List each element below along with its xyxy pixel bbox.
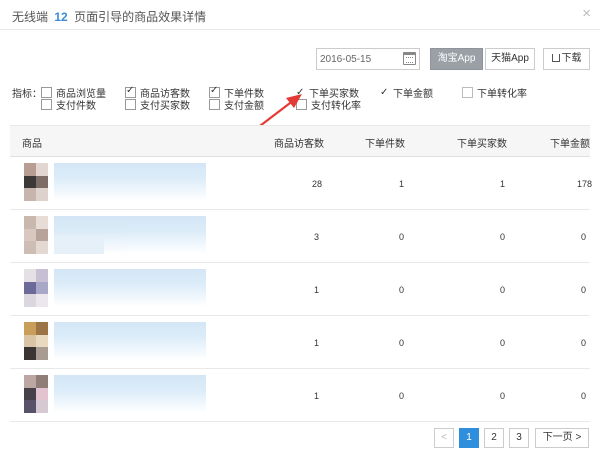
table-row: 1 0 0 0 xyxy=(10,369,590,422)
page-button-3[interactable]: 3 xyxy=(509,428,529,448)
product-name-blurred[interactable] xyxy=(54,269,206,307)
checkbox[interactable] xyxy=(209,85,220,98)
product-name-blurred[interactable] xyxy=(54,163,206,201)
checkbox[interactable] xyxy=(125,85,136,98)
metric-pay-buyers[interactable]: 支付买家数 xyxy=(125,98,190,112)
cell-order-buyers: 0 xyxy=(500,232,506,242)
modal-header: 无线端 12 页面引导的商品效果详情 × xyxy=(0,0,600,30)
column-header[interactable]: 下单金额 xyxy=(550,135,590,150)
table-header: 商品 商品访客数 下单件数 下单买家数 下单金额 xyxy=(10,125,590,157)
table-row: 1 0 0 0 xyxy=(10,316,590,369)
cell-order-items: 1 xyxy=(399,179,405,189)
table-row: 1 0 0 0 xyxy=(10,263,590,316)
download-button[interactable]: 下载 xyxy=(543,48,590,70)
cell-order-buyers: 1 xyxy=(500,179,506,189)
taobao-app-button[interactable]: 淘宝App xyxy=(430,48,483,70)
modal-title: 无线端 12 页面引导的商品效果详情 xyxy=(12,8,206,25)
column-header: 商品 xyxy=(22,139,42,150)
checkbox[interactable] xyxy=(125,98,136,110)
title-count: 12 xyxy=(54,10,68,24)
next-page-label: 下一页 xyxy=(542,432,573,443)
cell-visitors: 1 xyxy=(314,391,320,401)
calendar-icon[interactable] xyxy=(403,52,416,65)
metric-order-conversion[interactable]: 下单转化率 xyxy=(462,86,527,100)
product-table: 商品 商品访客数 下单件数 下单买家数 下单金额 28 1 1 178 3 0 … xyxy=(10,125,593,422)
product-name-blurred[interactable] xyxy=(54,322,206,360)
cell-visitors: 3 xyxy=(314,232,320,242)
product-thumbnail[interactable] xyxy=(24,375,48,413)
title-suffix: 页面引导的商品效果详情 xyxy=(74,10,207,24)
cell-order-buyers: 0 xyxy=(500,391,506,401)
column-header[interactable]: 下单件数 xyxy=(365,135,405,150)
cell-visitors: 28 xyxy=(312,179,323,189)
metric-label: 支付件数 xyxy=(56,100,96,112)
metric-label: 下单金额 xyxy=(393,88,433,100)
cell-order-items: 0 xyxy=(399,338,405,348)
check-mark-icon[interactable]: ✓ xyxy=(296,87,306,98)
table-row: 28 1 1 178 xyxy=(10,157,593,210)
checkbox[interactable] xyxy=(462,86,473,98)
product-name-blurred[interactable] xyxy=(54,375,206,413)
checkbox[interactable] xyxy=(209,98,220,110)
table-row: 3 0 0 0 xyxy=(10,210,590,263)
date-picker[interactable] xyxy=(316,48,420,70)
product-thumbnail[interactable] xyxy=(24,216,48,254)
checkbox[interactable] xyxy=(41,98,52,110)
chevron-right-icon: > xyxy=(575,432,582,443)
metric-pay-conversion[interactable]: 支付转化率 xyxy=(296,98,361,112)
cell-visitors: 1 xyxy=(314,338,320,348)
page-button-2[interactable]: 2 xyxy=(484,428,504,448)
cell-visitors: 1 xyxy=(314,285,320,295)
date-input[interactable] xyxy=(317,49,397,69)
prev-page-button[interactable]: < xyxy=(434,428,454,448)
product-name-blurred[interactable] xyxy=(54,216,206,254)
cell-order-buyers: 0 xyxy=(500,285,506,295)
column-header[interactable]: 下单买家数 xyxy=(457,135,507,150)
metric-label: 支付转化率 xyxy=(311,100,361,112)
check-mark-icon[interactable]: ✓ xyxy=(380,87,390,98)
product-thumbnail[interactable] xyxy=(24,269,48,307)
cell-order-items: 0 xyxy=(399,285,405,295)
cell-order-items: 0 xyxy=(399,391,405,401)
checkbox[interactable] xyxy=(41,86,52,98)
next-page-button[interactable]: 下一页 > xyxy=(535,428,589,448)
cell-order-amount: 0 xyxy=(581,232,587,242)
download-icon xyxy=(551,54,560,62)
metric-label: 支付金额 xyxy=(224,100,264,112)
metric-label: 支付买家数 xyxy=(140,100,190,112)
tmall-app-button[interactable]: 天猫App xyxy=(485,48,535,70)
cell-order-amount: 0 xyxy=(581,338,587,348)
product-thumbnail[interactable] xyxy=(24,322,48,360)
metrics-label: 指标： xyxy=(12,89,42,100)
download-label: 下载 xyxy=(561,53,582,64)
title-prefix: 无线端 xyxy=(12,10,49,24)
metric-pay-amount[interactable]: 支付金额 xyxy=(209,98,264,112)
cell-order-buyers: 0 xyxy=(500,338,506,348)
cell-order-items: 0 xyxy=(399,232,405,242)
page-button-1[interactable]: 1 xyxy=(459,428,479,448)
close-icon[interactable]: × xyxy=(582,6,591,21)
cell-order-amount: 0 xyxy=(581,285,587,295)
metric-pay-items[interactable]: 支付件数 xyxy=(41,98,96,112)
metric-label: 下单转化率 xyxy=(477,88,527,100)
product-thumbnail[interactable] xyxy=(24,163,48,201)
column-header[interactable]: 商品访客数 xyxy=(274,135,324,150)
metric-order-amount[interactable]: ✓ 下单金额 xyxy=(380,86,433,100)
cell-order-amount: 178 xyxy=(577,179,593,189)
cell-order-amount: 0 xyxy=(581,391,587,401)
checkbox[interactable] xyxy=(296,98,307,110)
